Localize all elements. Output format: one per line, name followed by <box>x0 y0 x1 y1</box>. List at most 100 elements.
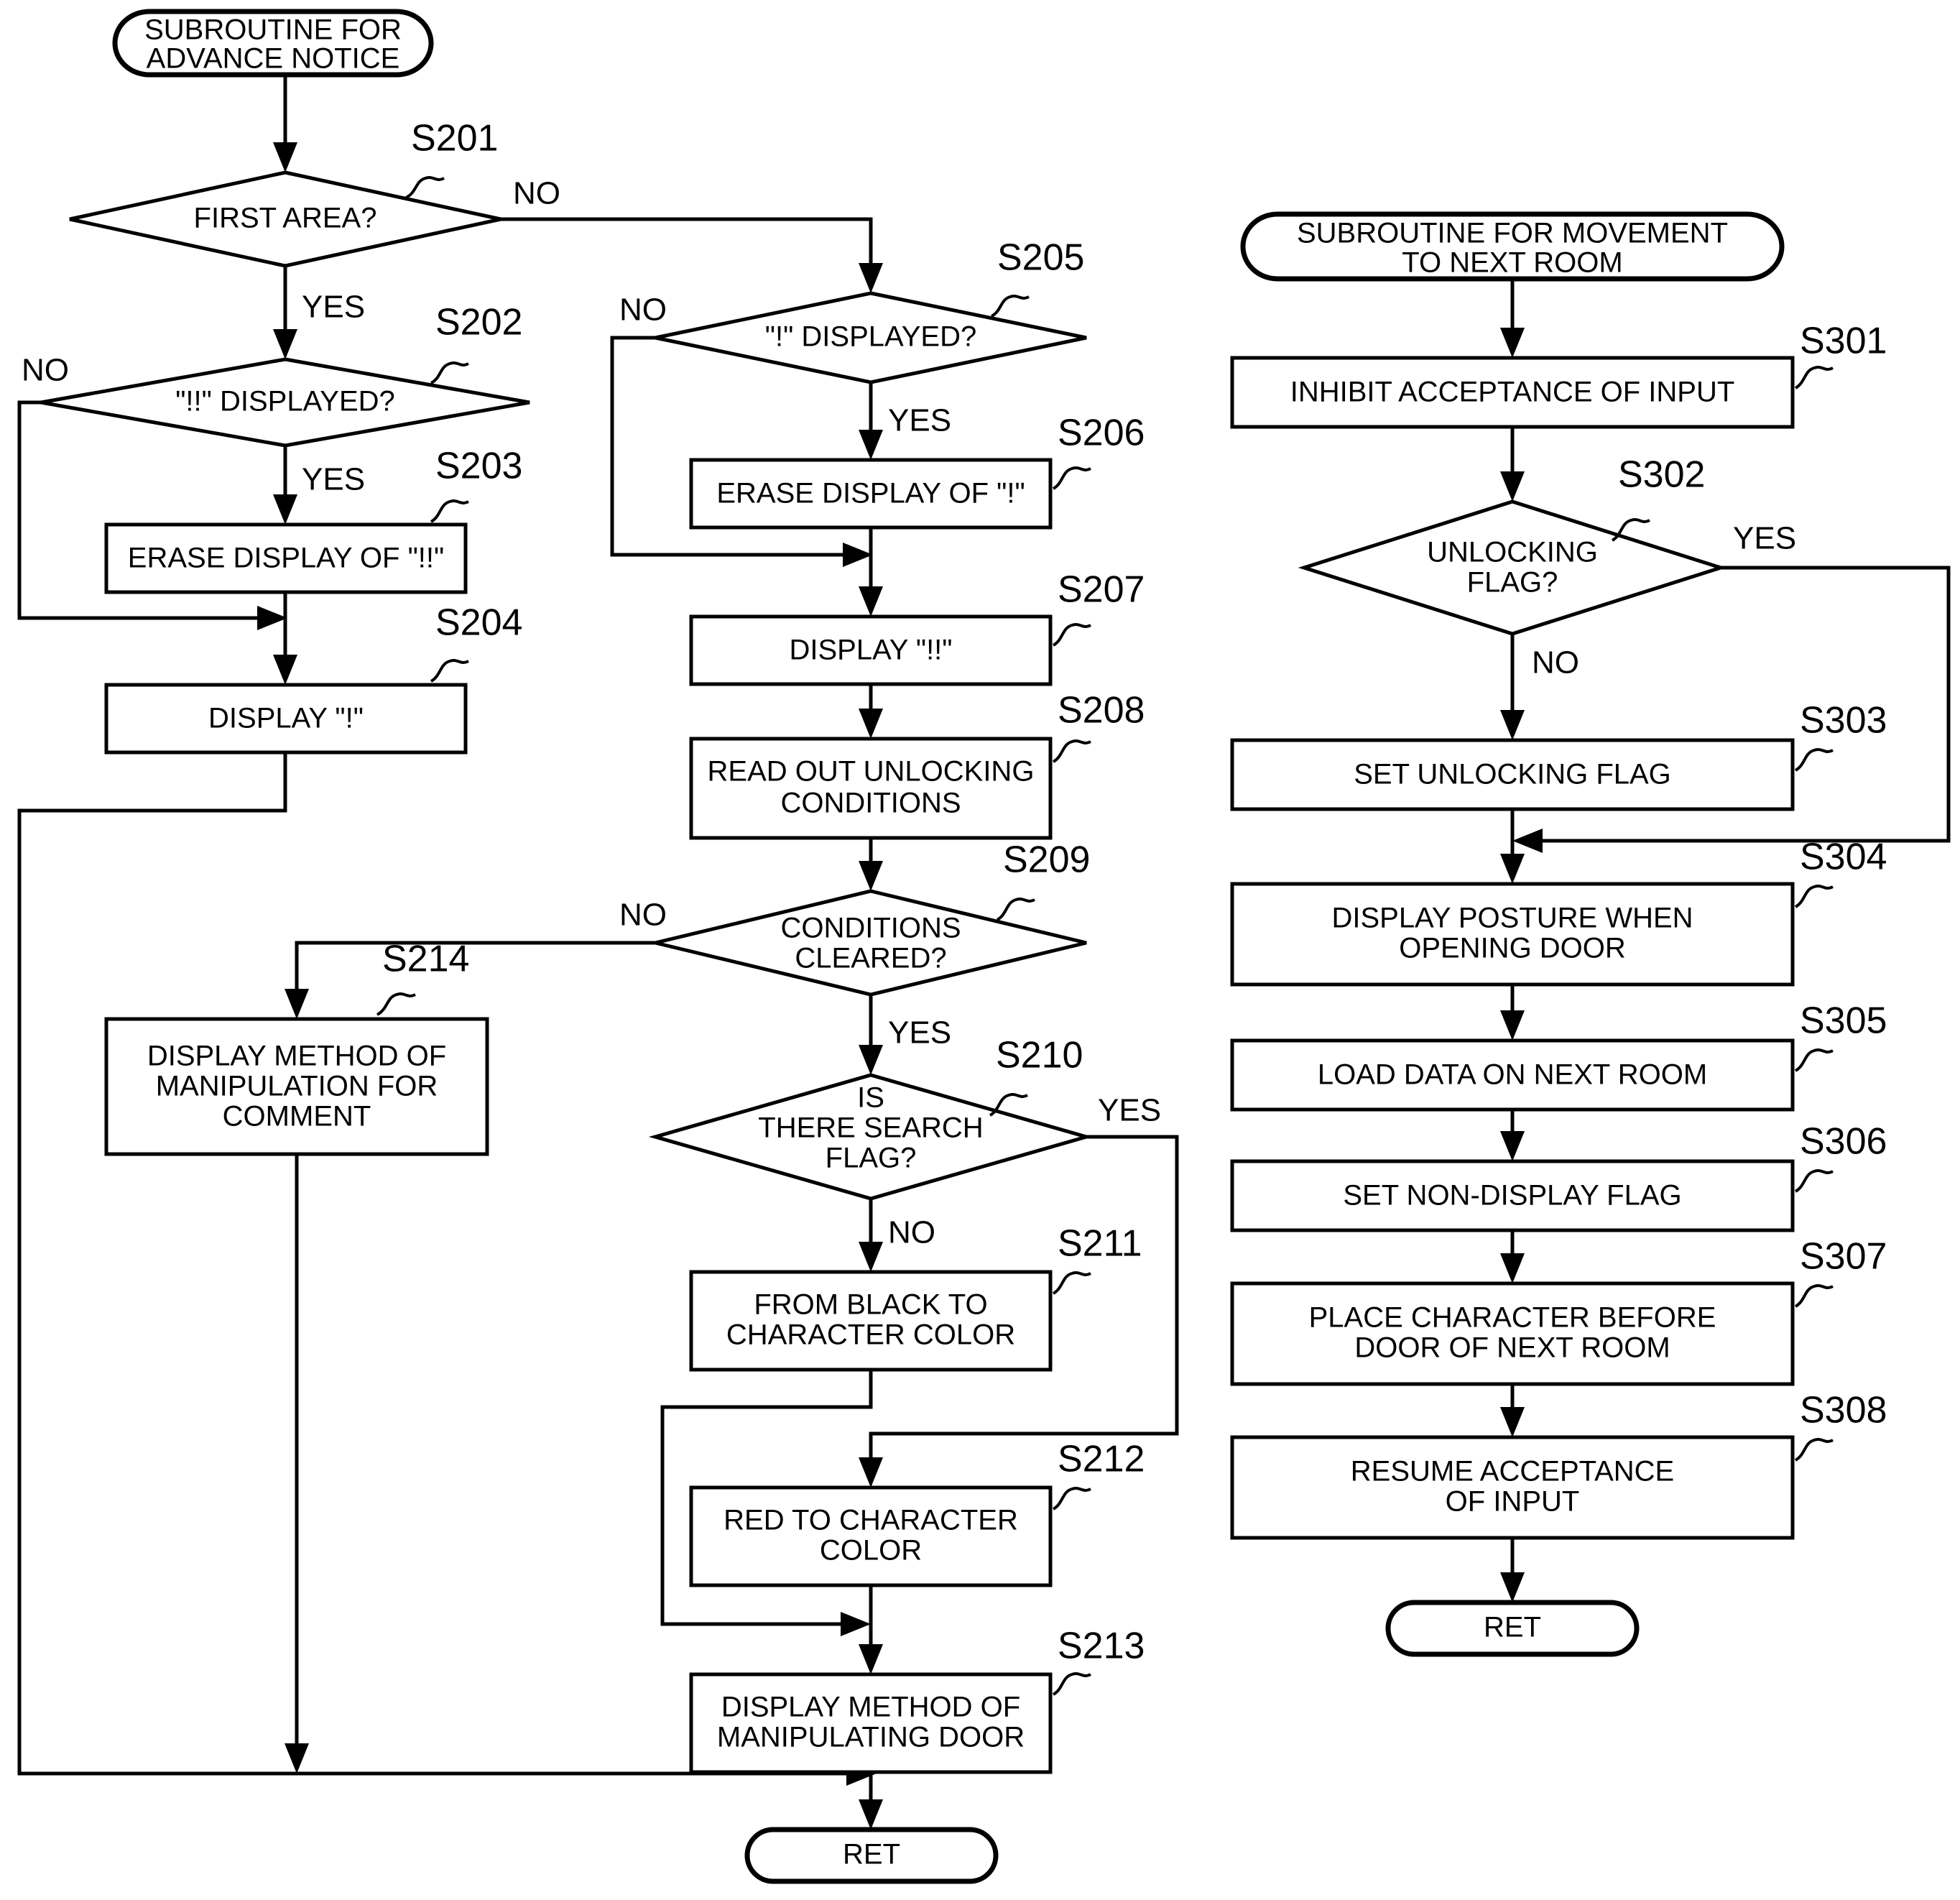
connector-s303-to-s304 <box>1500 807 1525 884</box>
s301-id: S301 <box>1800 320 1887 362</box>
s207-text: DISPLAY "!!" <box>789 635 952 666</box>
connector-s306-to-s307 <box>1500 1228 1525 1283</box>
s302-text-line1: UNLOCKING <box>1427 537 1598 568</box>
s303-step-label: S303 <box>1794 700 1887 772</box>
flowchart-svg: SUBROUTINE FOR ADVANCE NOTICE FIRST AREA… <box>17 9 1951 1884</box>
connector-s209-no-to-s214 <box>285 941 657 1019</box>
s308-process: RESUME ACCEPTANCE OF INPUT <box>1230 1435 1795 1540</box>
s305-process: LOAD DATA ON NEXT ROOM <box>1230 1038 1795 1112</box>
left-start-terminal-line1: SUBROUTINE FOR <box>144 14 402 46</box>
s303-id: S303 <box>1800 700 1887 742</box>
left-start-terminal-line2: ADVANCE NOTICE <box>147 43 400 75</box>
s202-text: "!!" DISPLAYED? <box>175 386 395 418</box>
s203-id: S203 <box>435 446 522 487</box>
connector-s208-to-s209 <box>859 836 883 891</box>
s307-id: S307 <box>1800 1236 1887 1278</box>
connector-s203-to-s204 <box>273 590 297 685</box>
s213-text-line2: MANIPULATING DOOR <box>717 1722 1025 1753</box>
s205-step-label: S205 <box>990 237 1084 318</box>
connector-s205-yes-to-s206 <box>859 380 883 460</box>
s208-text-line1: READ OUT UNLOCKING <box>708 756 1035 788</box>
s203-text: ERASE DISPLAY OF "!!" <box>128 543 444 574</box>
s207-step-label: S207 <box>1052 569 1145 647</box>
s205-decision: "!" DISPLAYED? <box>655 291 1087 384</box>
connector-s207-to-s208 <box>859 682 883 739</box>
connector-s204-to-bottom-rail <box>17 750 287 1776</box>
s307-text-line2: DOOR OF NEXT ROOM <box>1354 1332 1670 1364</box>
s202-step-label: S202 <box>430 302 522 384</box>
s301-step-label: S301 <box>1794 320 1887 389</box>
s213-process: DISPLAY METHOD OF MANIPULATING DOOR <box>689 1672 1053 1774</box>
s211-id: S211 <box>1058 1223 1142 1265</box>
s305-step-label: S305 <box>1794 1000 1887 1072</box>
connector-s201-yes-to-s202 <box>273 264 297 359</box>
connector-merge-to-s212 <box>859 1431 883 1488</box>
right-end-terminal: RET <box>1385 1600 1640 1657</box>
s308-text-line1: RESUME ACCEPTANCE <box>1351 1456 1674 1488</box>
s210-text-line1: IS <box>857 1082 884 1114</box>
s212-text-line1: RED TO CHARACTER <box>724 1505 1018 1536</box>
connector-s213-to-ret <box>859 1770 883 1830</box>
s201-id: S201 <box>411 118 498 160</box>
middle-end-terminal: RET <box>744 1827 999 1884</box>
s304-step-label: S304 <box>1794 836 1887 908</box>
s302-decision: UNLOCKING FLAG? <box>1298 499 1727 636</box>
right-end-terminal-text: RET <box>1484 1612 1541 1643</box>
connector-s209-yes-to-s210 <box>859 992 883 1075</box>
s201-text: FIRST AREA? <box>194 203 377 234</box>
s306-id: S306 <box>1800 1121 1887 1163</box>
s214-step-label: S214 <box>376 939 469 1016</box>
connector-s302-no-to-s303 <box>1500 632 1525 740</box>
connector-s210-no-to-s211 <box>859 1196 883 1272</box>
s212-step-label: S212 <box>1052 1439 1145 1511</box>
s207-process: DISPLAY "!!" <box>689 614 1053 686</box>
middle-end-terminal-text: RET <box>843 1839 900 1871</box>
connector-s304-to-s305 <box>1500 982 1525 1041</box>
s210-text-line3: FLAG? <box>826 1143 917 1174</box>
s304-process: DISPLAY POSTURE WHEN OPENING DOOR <box>1230 882 1795 987</box>
s306-step-label: S306 <box>1794 1121 1887 1193</box>
s209-no-label: NO <box>619 898 667 933</box>
connector-s202-yes-to-s203 <box>273 443 297 525</box>
connector-s305-to-s306 <box>1500 1107 1525 1161</box>
s308-text-line2: OF INPUT <box>1446 1486 1580 1518</box>
s211-process: FROM BLACK TO CHARACTER COLOR <box>689 1270 1053 1372</box>
connector-s212-to-s213 <box>859 1583 883 1674</box>
s214-process: DISPLAY METHOD OF MANIPULATION FOR COMME… <box>104 1017 489 1156</box>
s303-process: SET UNLOCKING FLAG <box>1230 738 1795 811</box>
s213-id: S213 <box>1058 1625 1145 1667</box>
s302-step-label: S302 <box>1611 454 1705 542</box>
s202-id: S202 <box>435 302 522 343</box>
s211-text-line2: CHARACTER COLOR <box>726 1319 1015 1351</box>
s205-no-label: NO <box>619 292 667 328</box>
s208-process: READ OUT UNLOCKING CONDITIONS <box>689 737 1053 840</box>
s204-text: DISPLAY "!" <box>208 703 364 734</box>
s210-step-label: S210 <box>989 1035 1083 1117</box>
s212-process: RED TO CHARACTER COLOR <box>689 1485 1053 1587</box>
s205-id: S205 <box>997 237 1084 279</box>
s301-process: INHIBIT ACCEPTANCE OF INPUT <box>1230 356 1795 429</box>
s304-text-line1: DISPLAY POSTURE WHEN <box>1331 903 1693 934</box>
connector-s301-to-s302 <box>1500 425 1525 502</box>
s302-no-label: NO <box>1532 645 1579 681</box>
s213-step-label: S213 <box>1052 1625 1145 1696</box>
s206-text: ERASE DISPLAY OF "!" <box>716 478 1025 509</box>
s206-step-label: S206 <box>1052 412 1145 490</box>
s201-yes-label: YES <box>302 290 365 325</box>
s305-id: S305 <box>1800 1000 1887 1042</box>
right-start-terminal-line1: SUBROUTINE FOR MOVEMENT <box>1297 218 1728 249</box>
s212-text-line2: COLOR <box>820 1535 922 1567</box>
s201-no-label: NO <box>513 176 560 211</box>
connector-s214-to-bottom-rail <box>285 1152 309 1774</box>
s302-text-line2: FLAG? <box>1467 567 1558 599</box>
connector-s206-to-s207 <box>859 525 883 617</box>
s204-process: DISPLAY "!" <box>104 683 468 755</box>
s203-process: ERASE DISPLAY OF "!!" <box>104 522 468 594</box>
s214-text-line1: DISPLAY METHOD OF <box>147 1041 446 1072</box>
connector-s307-to-s308 <box>1500 1382 1525 1437</box>
right-start-terminal: SUBROUTINE FOR MOVEMENT TO NEXT ROOM <box>1240 211 1785 282</box>
s205-text: "!" DISPLAYED? <box>765 321 976 353</box>
s201-decision: FIRST AREA? <box>69 170 501 268</box>
s308-id: S308 <box>1800 1390 1887 1431</box>
s203-step-label: S203 <box>430 446 522 523</box>
